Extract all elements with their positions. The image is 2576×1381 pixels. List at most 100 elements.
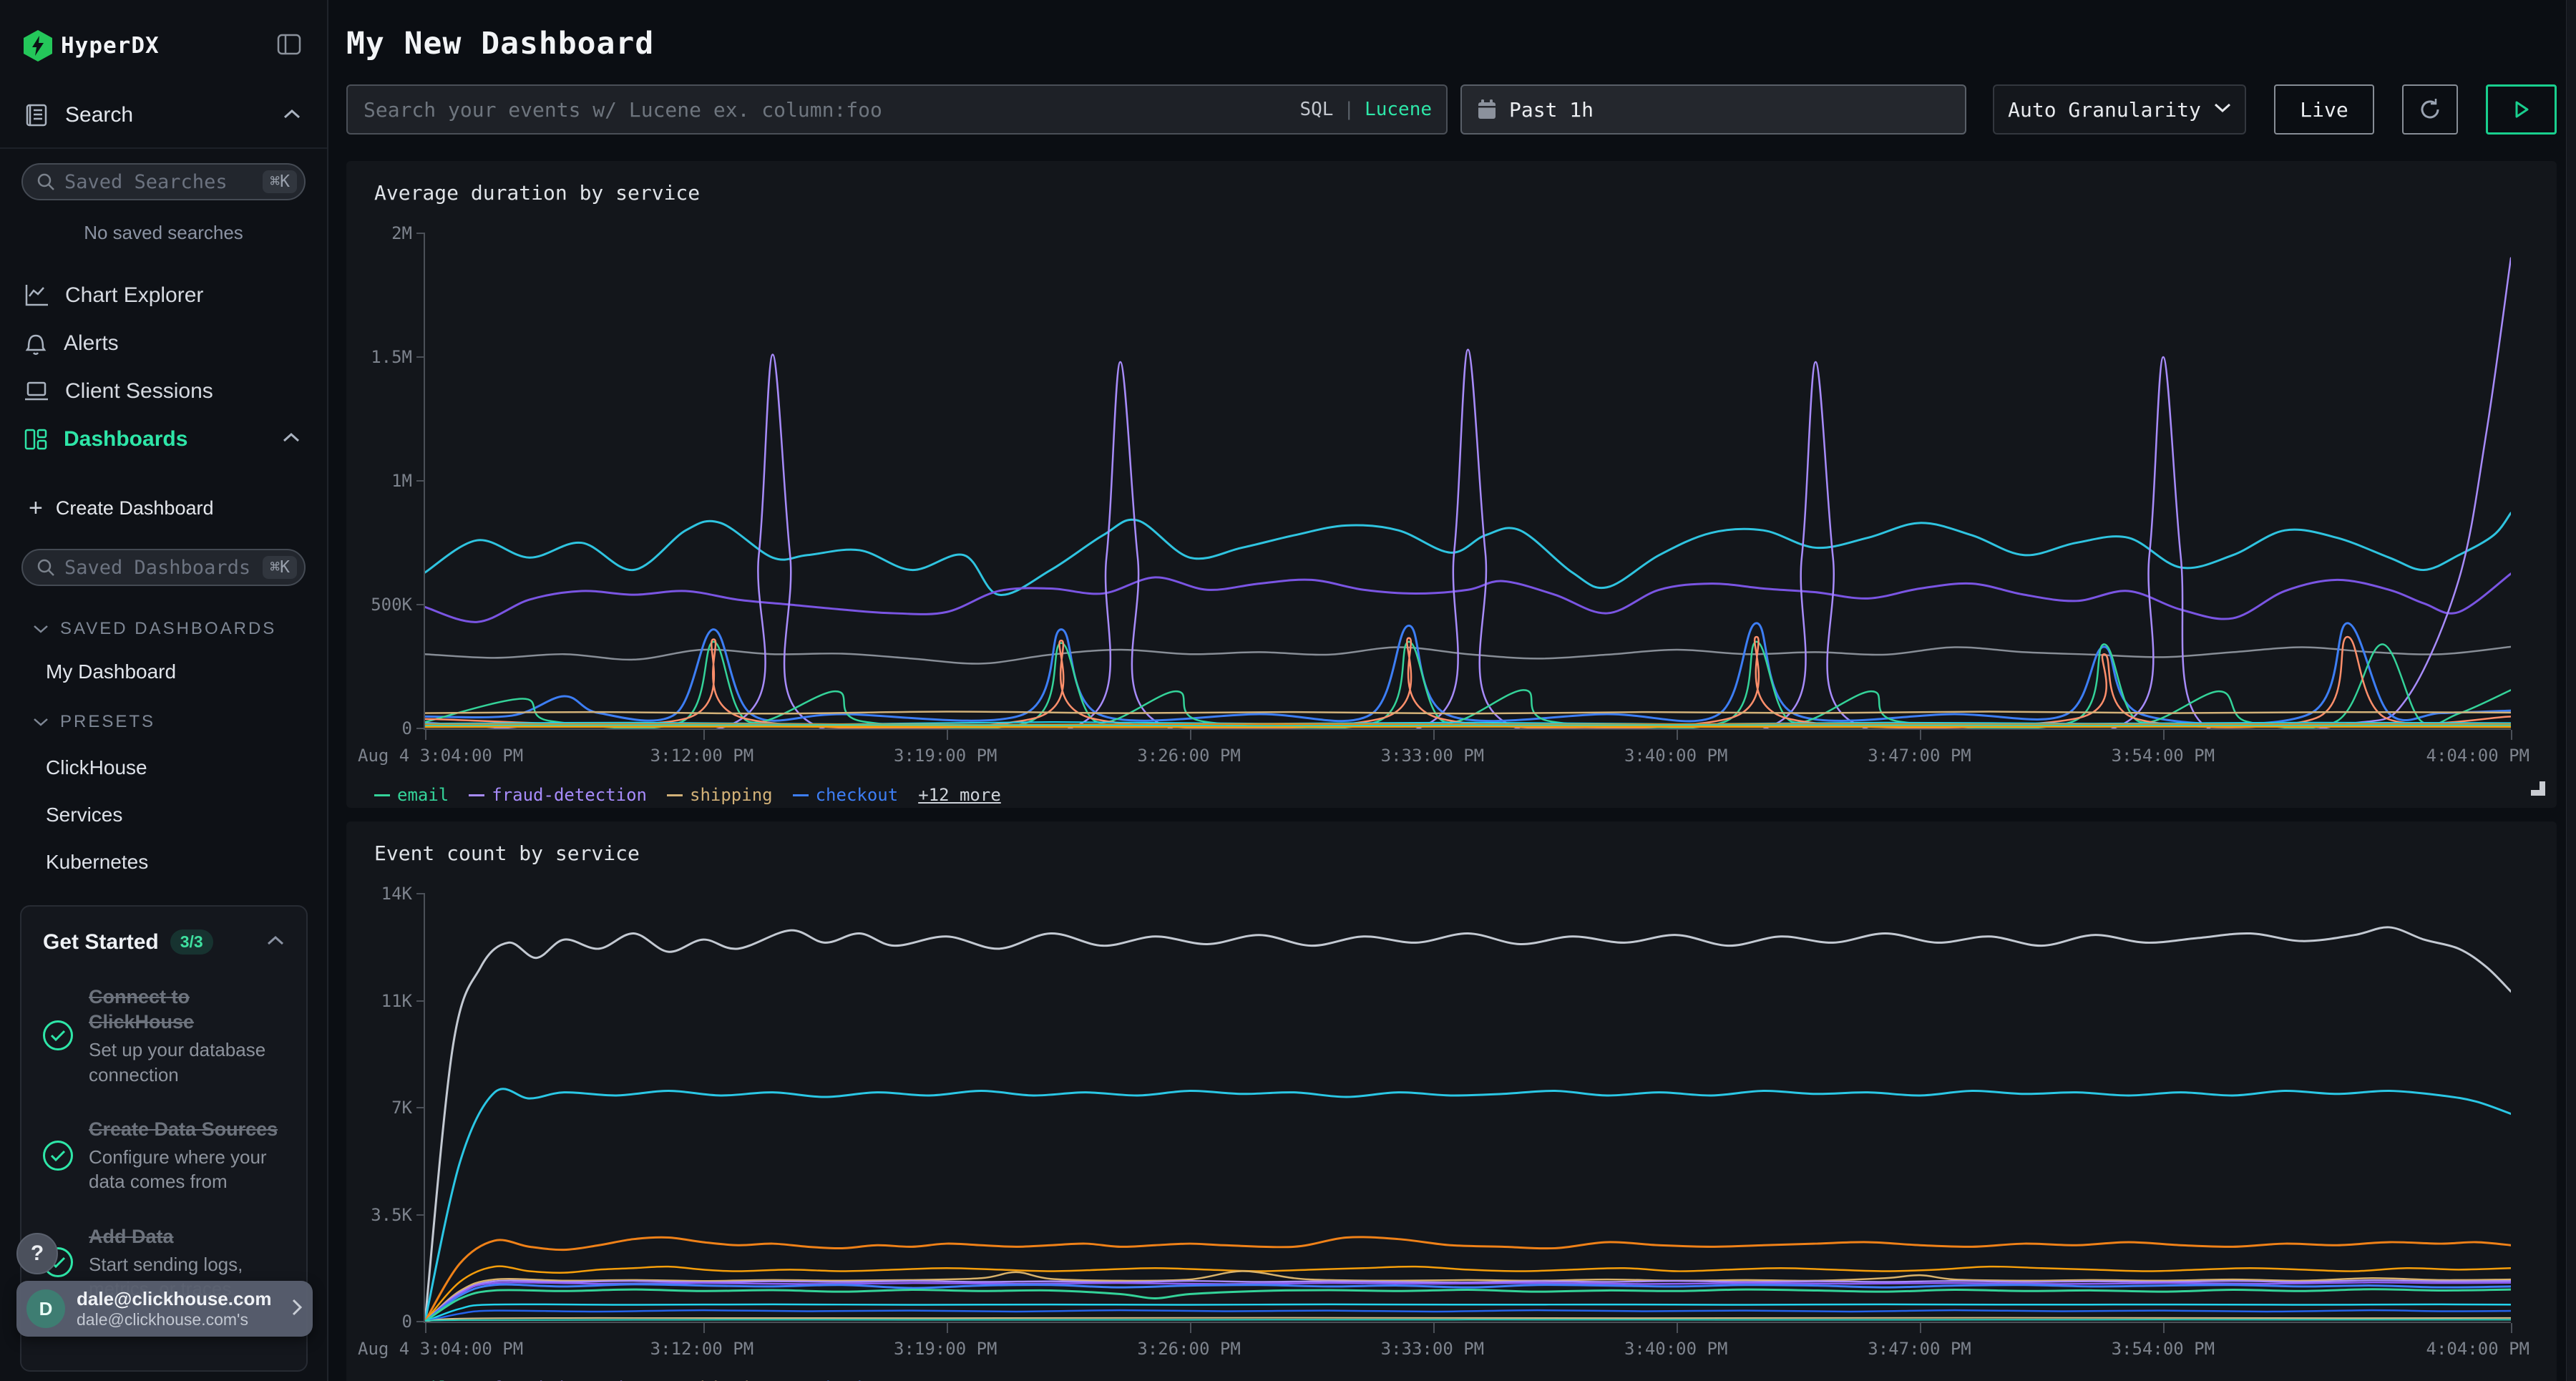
legend-item-shipping[interactable]: shipping	[667, 1378, 773, 1381]
saved-dashboards-pill[interactable]: ⌘K	[21, 549, 306, 586]
get-started-item-desc: Configure where your data comes from	[89, 1145, 285, 1194]
series-line-unlabeled-9	[425, 1319, 2511, 1322]
x-tick-label: 3:33:00 PM	[1381, 1339, 1485, 1359]
legend-item-shipping[interactable]: shipping	[667, 785, 773, 805]
series-line-shipping	[425, 1272, 2511, 1322]
saved-searches-pill[interactable]: ⌘K	[21, 163, 306, 200]
get-started-progress-badge: 3/3	[170, 929, 213, 955]
series-line-unlabeled-8	[425, 725, 2511, 726]
bell-icon	[24, 331, 48, 356]
legend-more-link[interactable]: +12 more	[918, 1378, 1001, 1381]
refresh-button[interactable]	[2402, 84, 2458, 135]
get-started-item-connect[interactable]: Connect to ClickHouse Set up your databa…	[43, 985, 285, 1087]
help-button[interactable]: ?	[16, 1233, 58, 1274]
x-tick-label: 3:19:00 PM	[894, 746, 997, 766]
y-tick: 11K	[381, 991, 425, 1011]
run-query-button[interactable]	[2486, 84, 2557, 135]
x-tick	[1433, 730, 1435, 740]
legend-item-checkout[interactable]: checkout	[793, 785, 899, 805]
legend-color-dash	[469, 794, 484, 796]
chart-explorer-icon	[24, 283, 49, 308]
y-tick: 1M	[391, 471, 425, 491]
chevron-down-icon	[2214, 102, 2231, 117]
query-language-toggle: SQL | Lucene	[1299, 86, 1432, 133]
series-line-unlabeled-4	[425, 1267, 2511, 1322]
sidebar-item-alerts[interactable]: Alerts	[0, 319, 327, 367]
legend-label: email	[397, 1378, 449, 1381]
saved-dashboards-shortcut: ⌘K	[263, 556, 297, 579]
get-started-item-title: Connect to ClickHouse	[89, 985, 253, 1035]
y-tick: 7K	[391, 1098, 425, 1118]
dashboard-controls: SQL | Lucene Past 1h Auto Granularity Li…	[346, 84, 2557, 135]
x-tick	[425, 1323, 426, 1333]
chevron-down-icon	[33, 624, 49, 634]
x-tick-label: 4:04:00 PM	[2426, 1339, 2530, 1359]
create-dashboard-label: Create Dashboard	[56, 497, 214, 519]
dashboards-icon	[24, 427, 48, 452]
presets-header-label: PRESETS	[60, 712, 155, 732]
granularity-value: Auto Granularity	[2008, 98, 2201, 122]
search-icon	[36, 557, 56, 577]
sql-toggle[interactable]: SQL	[1299, 99, 1333, 120]
series-line-unlabeled-6	[425, 1304, 2511, 1322]
user-menu[interactable]: D dale@clickhouse.com dale@clickhouse.co…	[16, 1281, 313, 1337]
chart-title: Average duration by service	[374, 181, 2557, 205]
chevron-up-icon[interactable]	[283, 108, 301, 123]
series-line-shipping	[425, 711, 2511, 713]
page-scrollbar[interactable]	[2566, 0, 2576, 1381]
sidebar-item-client-sessions[interactable]: Client Sessions	[0, 367, 327, 415]
x-tick	[947, 1323, 948, 1333]
granularity-select[interactable]: Auto Granularity	[1993, 84, 2246, 135]
x-tick-label: Aug 4 3:04:00 PM	[358, 1339, 523, 1359]
legend-item-fraud-detection[interactable]: fraud-detection	[469, 1378, 647, 1381]
chart-plot-area[interactable]: 14K11K7K3.5K0	[424, 894, 2511, 1323]
saved-dashboards-header[interactable]: SAVED DASHBOARDS	[0, 619, 327, 639]
sidebar-item-clickhouse[interactable]: ClickHouse	[0, 756, 327, 779]
page-title: My New Dashboard	[346, 26, 2557, 62]
x-tick	[1190, 1323, 1191, 1333]
sidebar: HyperDX Search ⌘K No sa	[0, 0, 328, 1381]
legend-item-email[interactable]: email	[374, 1378, 449, 1381]
create-dashboard-button[interactable]: + Create Dashboard	[0, 496, 327, 520]
legend-item-fraud-detection[interactable]: fraud-detection	[469, 785, 647, 805]
sidebar-item-services[interactable]: Services	[0, 804, 327, 826]
x-tick-label: Aug 4 3:04:00 PM	[358, 746, 523, 766]
chevron-up-icon[interactable]	[283, 432, 300, 446]
legend-color-dash	[667, 794, 683, 796]
lucene-toggle[interactable]: Lucene	[1365, 99, 1432, 120]
time-range-picker[interactable]: Past 1h	[1460, 84, 1966, 135]
saved-dashboards-input[interactable]	[64, 557, 263, 579]
sidebar-item-dashboards[interactable]: Dashboards	[0, 415, 327, 463]
sidebar-item-chart-explorer[interactable]: Chart Explorer	[0, 271, 327, 319]
no-saved-searches-text: No saved searches	[0, 222, 327, 244]
x-tick	[2511, 1323, 2512, 1333]
x-tick-label: 4:04:00 PM	[2426, 746, 2530, 766]
get-started-item-title: Create Data Sources	[89, 1117, 285, 1142]
chevron-up-icon[interactable]	[266, 935, 285, 950]
x-tick	[947, 730, 948, 740]
legend-item-email[interactable]: email	[374, 785, 449, 805]
live-button[interactable]: Live	[2274, 84, 2374, 135]
sidebar-item-kubernetes[interactable]: Kubernetes	[0, 851, 327, 874]
series-line-unlabeled-1	[425, 927, 2511, 1321]
chart-plot-area[interactable]: 2M1.5M1M500K0	[424, 233, 2511, 730]
legend-item-checkout[interactable]: checkout	[793, 1378, 899, 1381]
sidebar-collapse-icon[interactable]	[277, 34, 301, 59]
saved-searches-shortcut: ⌘K	[263, 170, 297, 193]
x-tick	[2511, 730, 2512, 740]
y-tick: 0	[402, 718, 425, 738]
saved-searches-input[interactable]	[64, 171, 263, 193]
sidebar-section-search[interactable]: Search	[0, 103, 327, 127]
event-search-box[interactable]: SQL | Lucene	[346, 84, 1448, 135]
get-started-header[interactable]: Get Started 3/3	[43, 929, 285, 955]
sidebar-item-my-dashboard[interactable]: My Dashboard	[0, 660, 327, 683]
event-search-input[interactable]	[348, 98, 1446, 122]
legend-more-link[interactable]: +12 more	[918, 785, 1001, 805]
chart-legend: email fraud-detection shipping checkout +12 …	[374, 1376, 2557, 1381]
get-started-item-desc: Set up your database connection	[89, 1038, 285, 1087]
panel-resize-handle[interactable]	[2527, 780, 2545, 799]
get-started-item-data-sources[interactable]: Create Data Sources Configure where your…	[43, 1117, 285, 1194]
legend-label: email	[397, 785, 449, 805]
presets-header[interactable]: PRESETS	[0, 712, 327, 732]
legend-color-dash	[374, 794, 390, 796]
